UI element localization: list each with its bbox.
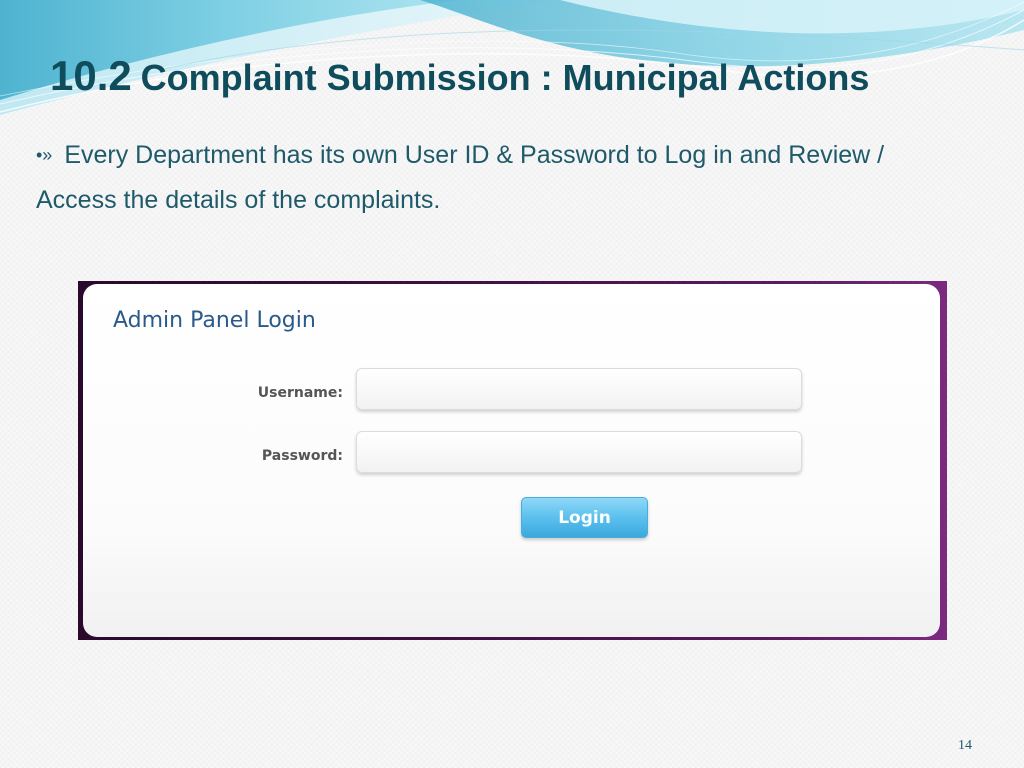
- slide: 10.2 Complaint Submission : Municipal Ac…: [0, 0, 1024, 768]
- password-input[interactable]: [356, 431, 802, 473]
- slide-title: 10.2 Complaint Submission : Municipal Ac…: [50, 52, 869, 100]
- page-number: 14: [958, 738, 972, 753]
- slide-title-text: Complaint Submission : Municipal Actions: [140, 57, 870, 98]
- slide-title-number: 10.2: [50, 52, 132, 99]
- admin-panel-screenshot: Admin Panel Login Username: Password: Lo…: [78, 281, 947, 640]
- login-button[interactable]: Login: [521, 497, 648, 538]
- admin-panel-login-form: Admin Panel Login Username: Password: Lo…: [83, 284, 940, 637]
- password-label: Password:: [261, 448, 343, 464]
- bullet-marker-icon: •»: [36, 145, 53, 165]
- username-input[interactable]: [356, 368, 802, 410]
- bullet-text: Every Department has its own User ID & P…: [36, 141, 885, 214]
- bullet-point: •» Every Department has its own User ID &…: [36, 133, 916, 223]
- username-label: Username:: [257, 385, 343, 401]
- admin-panel-title: Admin Panel Login: [113, 308, 316, 333]
